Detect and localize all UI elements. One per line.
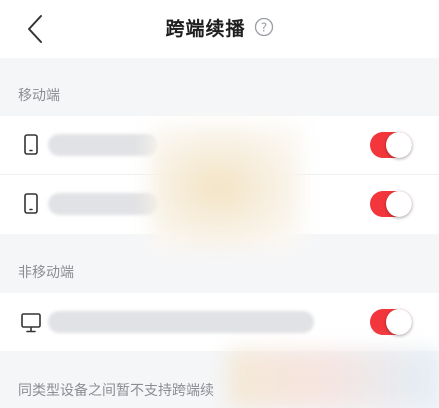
device-name-redacted bbox=[48, 193, 158, 215]
device-sync-toggle[interactable] bbox=[370, 191, 412, 217]
title-wrapper: 跨端续播 ? bbox=[0, 14, 439, 41]
page-title: 跨端续播 bbox=[165, 18, 246, 40]
svg-text:?: ? bbox=[260, 20, 266, 34]
footer-note: 同类型设备之间暂不支持跨端续 bbox=[18, 383, 214, 399]
device-name-redacted bbox=[48, 134, 158, 156]
phone-icon bbox=[24, 134, 38, 155]
redaction-blur bbox=[228, 350, 439, 408]
toggle-knob bbox=[386, 309, 412, 335]
device-name-redacted bbox=[48, 311, 314, 333]
monitor-icon bbox=[21, 313, 41, 333]
non-mobile-device-list bbox=[0, 293, 439, 351]
device-sync-toggle[interactable] bbox=[370, 132, 412, 158]
redaction-blur bbox=[150, 125, 302, 250]
phone-icon bbox=[24, 193, 38, 214]
question-circle-icon[interactable]: ? bbox=[254, 17, 274, 37]
device-row bbox=[0, 293, 439, 351]
top-bar: 跨端续播 ? bbox=[0, 0, 439, 58]
toggle-knob bbox=[386, 191, 412, 217]
section-label-mobile: 移动端 bbox=[18, 88, 60, 104]
section-label-non-mobile: 非移动端 bbox=[18, 265, 74, 281]
toggle-knob bbox=[386, 132, 412, 158]
device-sync-toggle[interactable] bbox=[370, 309, 412, 335]
